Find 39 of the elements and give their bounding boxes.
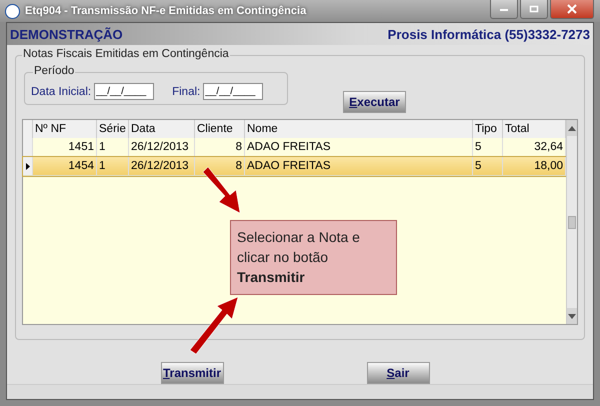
maximize-icon (529, 5, 539, 13)
app-icon (5, 4, 20, 18)
scroll-thumb[interactable] (568, 216, 576, 229)
arrow (190, 296, 238, 354)
action-button[interactable]: Sair (366, 362, 430, 384)
date-field[interactable]: __/__/____ (203, 83, 264, 100)
scroll-down-icon[interactable] (567, 308, 577, 324)
company-mode-label: DEMONSTRAÇÃO (10, 26, 123, 42)
table-cell: ADAO FREITAS (245, 157, 473, 175)
scroll-up-icon[interactable] (567, 120, 577, 136)
maximize-button[interactable] (520, 0, 548, 19)
scrollbar[interactable] (566, 120, 577, 324)
contact-label: Prosis Informática (55)3332-7273 (388, 26, 590, 42)
callout-note: Selecionar a Nota e clicar no botão Transmitir (230, 220, 397, 295)
column-header[interactable]: Nome (245, 120, 473, 138)
column-header[interactable]: Tipo (473, 120, 503, 138)
window-title: Etq904 - Transmissão NF-e Emitidas em Contingência (25, 5, 308, 17)
execute-button[interactable]: Executar (343, 91, 406, 113)
column-header[interactable]: Série (97, 120, 129, 138)
table-cell: 1454 (33, 157, 97, 175)
column-header[interactable]: Nº NF (33, 120, 97, 138)
table-cell: 5 (473, 157, 503, 175)
minimize-button[interactable] (490, 0, 518, 19)
minimize-icon (499, 6, 509, 12)
action-button[interactable]: Transmitir (160, 362, 224, 384)
table-row[interactable]: 1454 1 26/12/2013 8 ADAO FREITAS 5 18,00 (23, 157, 566, 176)
row-pointer-icon (26, 162, 30, 170)
close-button[interactable] (550, 0, 594, 19)
table-cell: 26/12/2013 (129, 157, 195, 175)
field-label: Final: (172, 86, 200, 98)
period-title: Período (33, 65, 76, 77)
close-icon (567, 4, 577, 14)
column-header[interactable]: Data (129, 120, 195, 138)
date-field[interactable]: __/__/____ (94, 83, 154, 100)
column-header[interactable]: Cliente (195, 120, 245, 138)
group-title: Notas Fiscais Emitidas em Contingência (22, 48, 230, 60)
column-header[interactable]: Total (503, 120, 566, 138)
field-label: Data Inicial: (31, 86, 92, 98)
table-cell: 1 (97, 157, 129, 175)
